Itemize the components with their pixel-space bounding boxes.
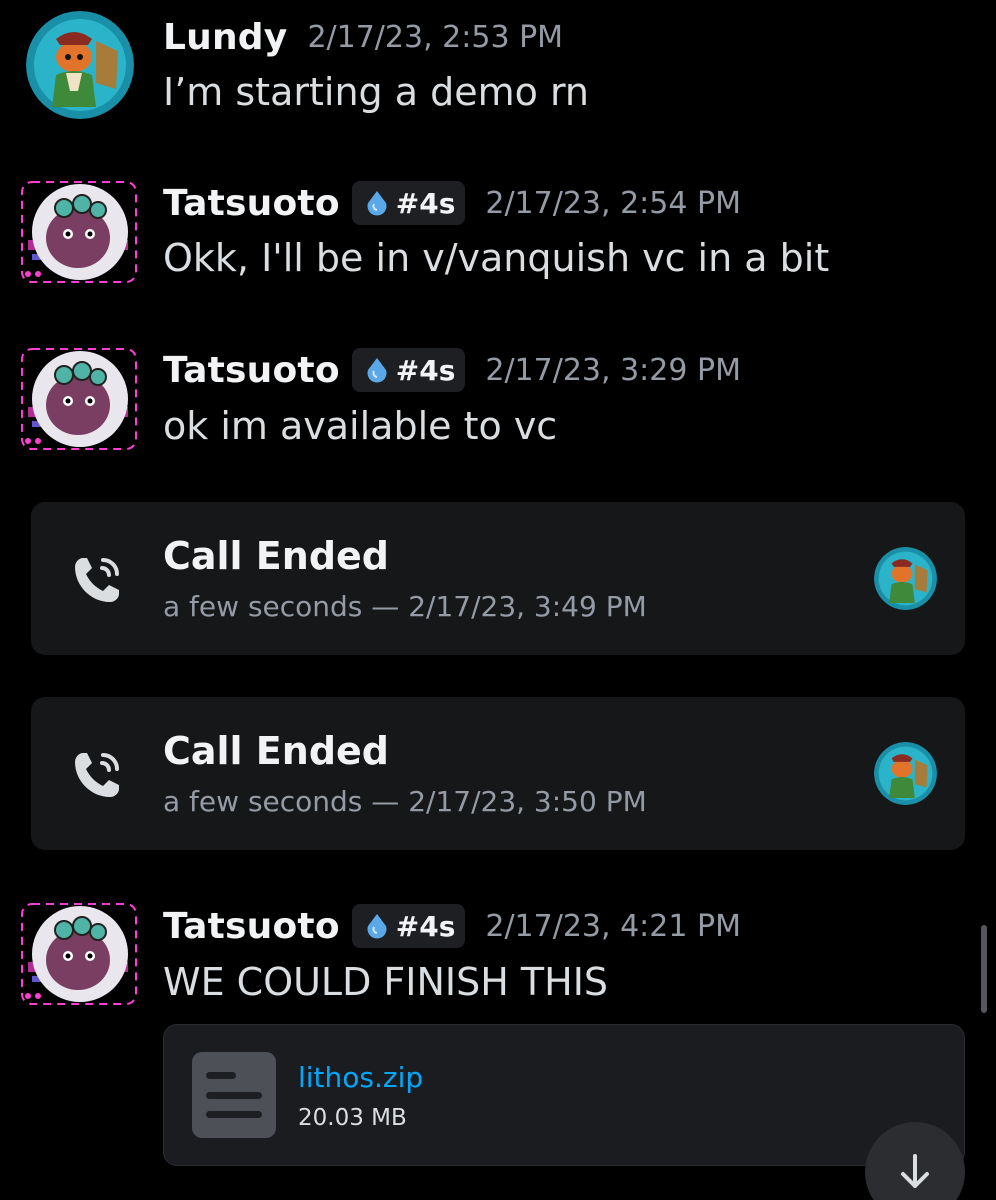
file-name-link[interactable]: lithos.zip xyxy=(298,1061,423,1094)
message-author[interactable]: Tatsuoto xyxy=(163,350,340,391)
guild-tag-label: #4s xyxy=(395,353,456,387)
call-participant-avatar[interactable] xyxy=(874,742,937,805)
guild-tag-label: #4s xyxy=(395,186,456,220)
call-detail: a few seconds — 2/17/23, 3:50 PM xyxy=(163,785,647,818)
message-author[interactable]: Tatsuoto xyxy=(163,906,340,947)
phone-call-icon xyxy=(75,753,119,797)
scrollbar[interactable] xyxy=(981,925,987,1013)
message-timestamp: 2/17/23, 3:29 PM xyxy=(485,352,741,388)
guild-tag[interactable]: #4s xyxy=(351,181,466,225)
water-drop-icon xyxy=(367,914,387,939)
message-author[interactable]: Tatsuoto xyxy=(163,183,340,224)
phone-call-icon xyxy=(75,558,119,602)
message-content: WE COULD FINISH THIS xyxy=(163,960,609,1004)
chat-message-list[interactable]: Lundy 2/17/23, 2:53 PM I’m starting a de… xyxy=(0,0,996,1200)
call-detail: a few seconds — 2/17/23, 3:49 PM xyxy=(163,590,647,623)
message-author[interactable]: Lundy xyxy=(163,17,287,58)
message-timestamp: 2/17/23, 2:54 PM xyxy=(485,185,741,221)
call-participant-avatar[interactable] xyxy=(874,547,937,610)
avatar-tatsuoto[interactable] xyxy=(20,178,138,286)
call-ended-card[interactable]: Call Ended a few seconds — 2/17/23, 3:50… xyxy=(31,697,965,850)
avatar-lundy[interactable] xyxy=(26,11,134,119)
message-content: Okk, I'll be in v/vanquish vc in a bit xyxy=(163,236,830,280)
message-timestamp: 2/17/23, 2:53 PM xyxy=(307,19,564,55)
avatar-tatsuoto[interactable] xyxy=(20,345,138,453)
message-timestamp: 2/17/23, 4:21 PM xyxy=(485,908,741,944)
file-size: 20.03 MB xyxy=(298,1105,407,1131)
call-title: Call Ended xyxy=(163,729,389,773)
guild-tag[interactable]: #4s xyxy=(351,904,466,948)
message-content: ok im available to vc xyxy=(163,404,558,448)
guild-tag[interactable]: #4s xyxy=(351,348,466,392)
message-content: I’m starting a demo rn xyxy=(163,70,589,114)
guild-tag-label: #4s xyxy=(395,909,456,943)
water-drop-icon xyxy=(367,191,387,216)
file-attachment[interactable]: lithos.zip 20.03 MB xyxy=(163,1024,965,1166)
file-icon xyxy=(192,1052,276,1138)
call-title: Call Ended xyxy=(163,534,389,578)
avatar-tatsuoto[interactable] xyxy=(20,900,138,1008)
arrow-down-icon xyxy=(901,1154,929,1188)
call-ended-card[interactable]: Call Ended a few seconds — 2/17/23, 3:49… xyxy=(31,502,965,655)
water-drop-icon xyxy=(367,358,387,383)
